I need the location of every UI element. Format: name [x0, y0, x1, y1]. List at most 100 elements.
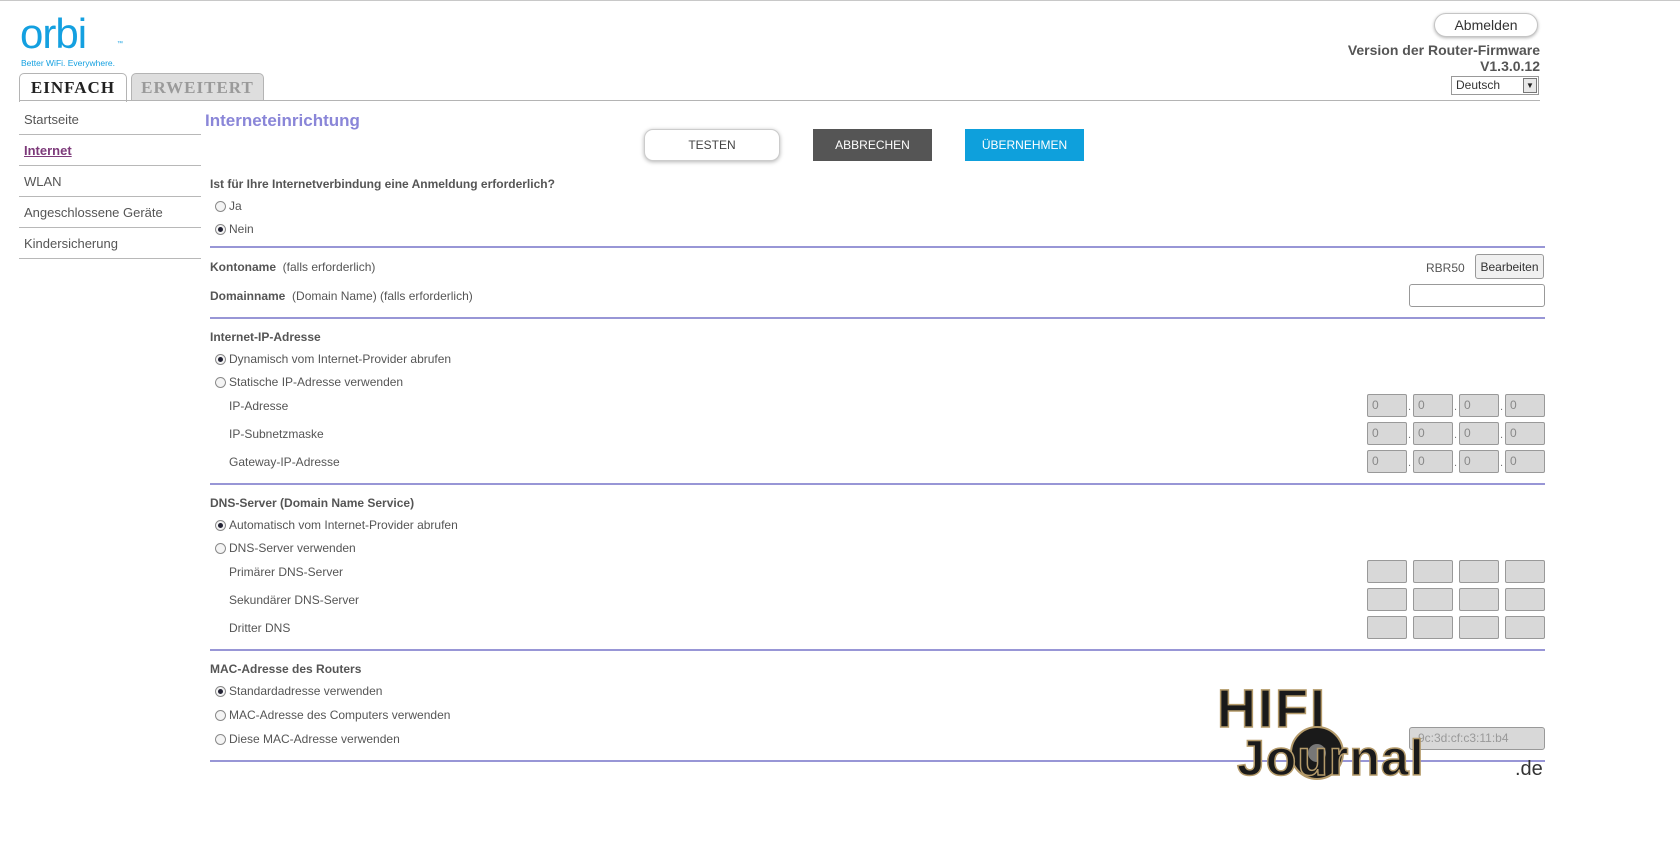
radio-login-ja[interactable]: Ja — [215, 199, 242, 213]
account-hint: (falls erforderlich) — [282, 260, 376, 274]
test-button[interactable]: TESTEN — [644, 129, 780, 161]
sidebar-item-parental-control[interactable]: Kindersicherung — [19, 228, 201, 259]
ip-section-title: Internet-IP-Adresse — [210, 330, 321, 344]
account-value: RBR50 — [1426, 261, 1465, 275]
gateway-octet-3[interactable]: 0 — [1459, 450, 1499, 473]
ip-address-octet-2[interactable]: 0 — [1413, 394, 1453, 417]
radio-mac-computer[interactable]: MAC-Adresse des Computers verwenden — [215, 708, 450, 722]
octet-separator: . — [1408, 457, 1412, 469]
sidebar-item-label: Internet — [24, 142, 72, 158]
third-dns-octet-4[interactable] — [1505, 616, 1545, 639]
octet-separator: . — [1500, 429, 1504, 441]
gateway-octet-4[interactable]: 0 — [1505, 450, 1545, 473]
third-dns-label: Dritter DNS — [229, 621, 291, 635]
radio-button[interactable] — [215, 709, 226, 721]
subnet-octet-2[interactable]: 0 — [1413, 422, 1453, 445]
edit-account-button[interactable]: Bearbeiten — [1475, 254, 1544, 279]
radio-label: Nein — [229, 222, 254, 236]
radio-label: Automatisch vom Internet-Provider abrufe… — [229, 518, 458, 532]
primary-dns-label: Primärer DNS-Server — [229, 565, 344, 579]
ip-address-octet-3[interactable]: 0 — [1459, 394, 1499, 417]
sidebar-item-devices[interactable]: Angeschlossene Geräte — [19, 197, 201, 228]
radio-label: DNS-Server verwenden — [229, 541, 356, 555]
chevron-down-icon[interactable]: ▼ — [1523, 78, 1537, 93]
login-question: Ist für Ihre Internetverbindung eine Anm… — [210, 177, 555, 191]
radio-button-selected[interactable] — [215, 353, 226, 365]
section-divider — [210, 483, 1545, 485]
radio-label: MAC-Adresse des Computers verwenden — [229, 708, 451, 722]
language-selected: Deutsch — [1456, 78, 1501, 92]
header-divider — [19, 100, 1540, 101]
third-dns-octet-3[interactable] — [1459, 616, 1499, 639]
radio-login-nein[interactable]: Nein — [215, 222, 254, 236]
radio-mac-custom[interactable]: Diese MAC-Adresse verwenden — [215, 732, 400, 746]
hifi-journal-watermark: HIFI Journal .de — [1216, 679, 1543, 787]
sidebar-item-startseite[interactable]: Startseite — [19, 104, 201, 135]
primary-dns-octet-2[interactable] — [1413, 560, 1453, 583]
watermark-suffix: .de — [1515, 758, 1543, 780]
logout-button[interactable]: Abmelden — [1434, 13, 1538, 37]
sidebar-item-wlan[interactable]: WLAN — [19, 166, 201, 197]
tab-einfach[interactable]: EINFACH — [19, 73, 127, 102]
apply-button[interactable]: ÜBERNEHMEN — [965, 129, 1084, 161]
radio-label: Diese MAC-Adresse verwenden — [229, 732, 400, 746]
subnet-octet-3[interactable]: 0 — [1459, 422, 1499, 445]
radio-button[interactable] — [215, 200, 226, 212]
secondary-dns-label: Sekundärer DNS-Server — [229, 593, 360, 607]
radio-ip-dynamic[interactable]: Dynamisch vom Internet-Provider abrufen — [215, 352, 451, 366]
radio-button-selected[interactable] — [215, 685, 226, 697]
octet-separator: . — [1454, 401, 1458, 413]
gateway-octet-2[interactable]: 0 — [1413, 450, 1453, 473]
secondary-dns-octet-4[interactable] — [1505, 588, 1545, 611]
language-select[interactable]: Deutsch ▼ — [1451, 76, 1539, 95]
radio-button-selected[interactable] — [215, 519, 226, 531]
radio-label: Dynamisch vom Internet-Provider abrufen — [229, 352, 452, 366]
octet-separator: . — [1408, 401, 1412, 413]
radio-label: Ja — [229, 199, 242, 213]
primary-dns-octet-1[interactable] — [1367, 560, 1407, 583]
octet-separator: . — [1500, 401, 1504, 413]
page-title: Interneteinrichtung — [205, 111, 360, 130]
sidebar-item-label: Angeschlossene Geräte — [24, 204, 163, 220]
radio-button-selected[interactable] — [215, 223, 226, 235]
sidebar-item-internet[interactable]: Internet — [19, 135, 201, 166]
radio-mac-default[interactable]: Standardadresse verwenden — [215, 684, 382, 698]
ip-address-octet-4[interactable]: 0 — [1505, 394, 1545, 417]
secondary-dns-octet-3[interactable] — [1459, 588, 1499, 611]
radio-dns-auto[interactable]: Automatisch vom Internet-Provider abrufe… — [215, 518, 458, 532]
dns-section-title: DNS-Server (Domain Name Service) — [210, 496, 415, 510]
radio-label: Standardadresse verwenden — [229, 684, 383, 698]
radio-button[interactable] — [215, 542, 226, 554]
subnet-mask-label: IP-Subnetzmaske — [229, 427, 324, 441]
subnet-octet-1[interactable]: 0 — [1367, 422, 1407, 445]
subnet-octet-4[interactable]: 0 — [1505, 422, 1545, 445]
secondary-dns-octet-2[interactable] — [1413, 588, 1453, 611]
octet-separator: . — [1408, 429, 1412, 441]
sidebar-item-label: WLAN — [24, 173, 62, 189]
primary-dns-octet-4[interactable] — [1505, 560, 1545, 583]
third-dns-octet-1[interactable] — [1367, 616, 1407, 639]
radio-button[interactable] — [215, 733, 226, 745]
section-divider — [210, 649, 1545, 651]
firmware-version: V1.3.0.12 — [1480, 58, 1540, 74]
logo-trademark: ™ — [117, 41, 123, 47]
gateway-label: Gateway-IP-Adresse — [229, 455, 340, 469]
third-dns-octet-2[interactable] — [1413, 616, 1453, 639]
domain-input[interactable] — [1409, 284, 1545, 307]
radio-button[interactable] — [215, 376, 226, 388]
secondary-dns-octet-1[interactable] — [1367, 588, 1407, 611]
account-label-row: Kontoname (falls erforderlich) — [210, 260, 375, 274]
cancel-button[interactable]: ABBRECHEN — [813, 129, 932, 161]
mac-section-title: MAC-Adresse des Routers — [210, 662, 362, 676]
section-divider — [210, 317, 1545, 319]
gateway-octet-1[interactable]: 0 — [1367, 450, 1407, 473]
ip-address-octet-1[interactable]: 0 — [1367, 394, 1407, 417]
radio-ip-static[interactable]: Statische IP-Adresse verwenden — [215, 375, 403, 389]
domain-label-row: Domainname (Domain Name) (falls erforder… — [210, 289, 473, 303]
tab-erweitert[interactable]: ERWEITERT — [131, 73, 264, 101]
octet-separator: . — [1454, 429, 1458, 441]
radio-label: Statische IP-Adresse verwenden — [229, 375, 404, 389]
primary-dns-octet-3[interactable] — [1459, 560, 1499, 583]
radio-dns-manual[interactable]: DNS-Server verwenden — [215, 541, 356, 555]
account-label: Kontoname — [210, 260, 276, 274]
